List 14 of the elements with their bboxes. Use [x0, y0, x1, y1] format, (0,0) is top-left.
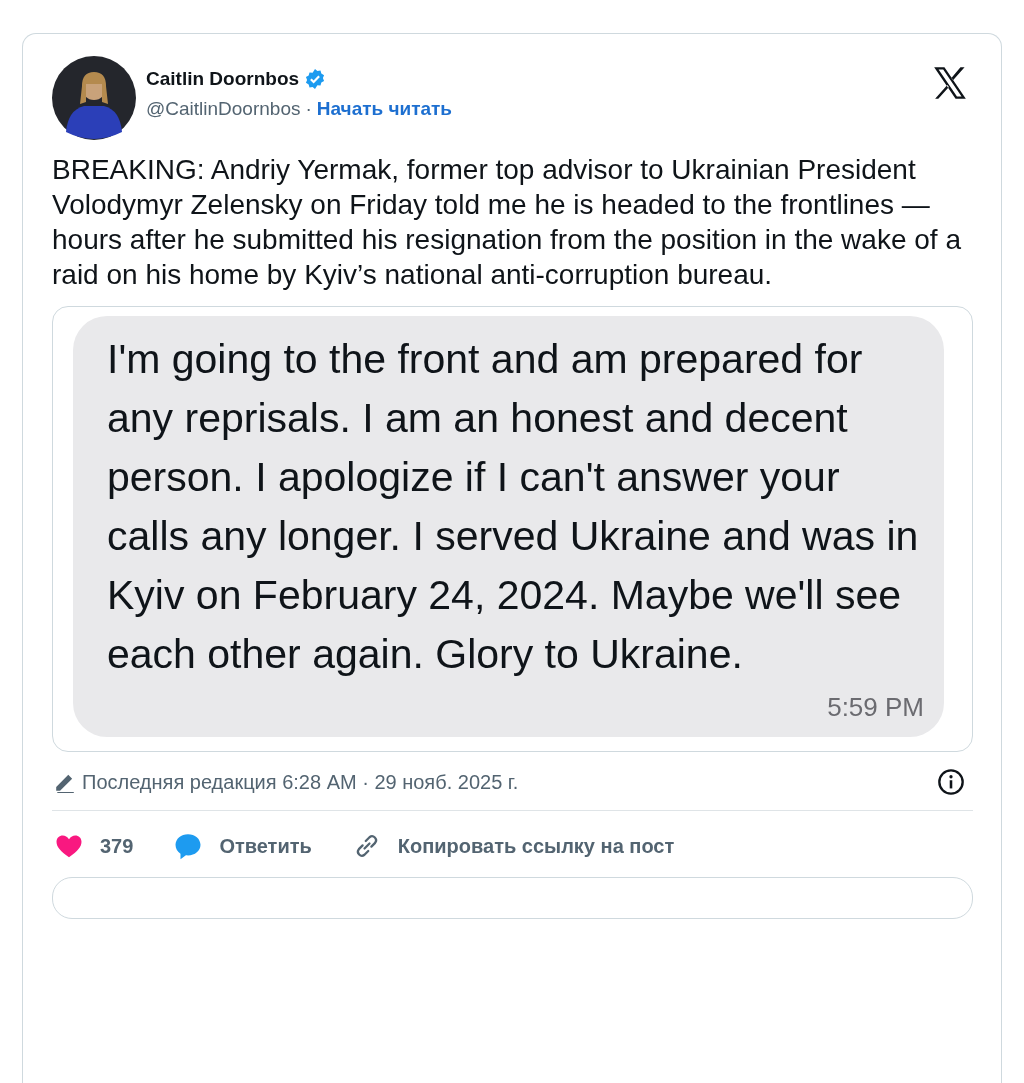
edit-info[interactable]: Последняя редакция 6:28 AM · 29 нояб. 2025 г.	[82, 770, 519, 794]
follow-link[interactable]: Начать читать	[316, 98, 453, 120]
like-button[interactable]: 379	[54, 831, 134, 861]
x-logo[interactable]	[931, 64, 969, 102]
post-text: BREAKING: Andriy Yermak, former top advisor to Ukrainian President Volodymyr Zelensky on Friday told me he is headed to the frontlines — hours after he submitted his resignation from the position in the wake of a raid on his home by Kyiv’s national anti-corruption bureau.	[52, 153, 962, 292]
author-handle[interactable]: @CaitlinDoornbos	[146, 98, 301, 120]
avatar[interactable]	[52, 56, 136, 140]
reply-button[interactable]: Ответить	[173, 831, 312, 861]
message-text: I'm going to the front and am prepared for any reprisals. I am an honest and decent person. I apologize if I can't answer your calls any longer. I served Ukraine and was in Kyiv on February 24, 2024. Maybe we'll see each other again. Glory to Ukraine.	[107, 335, 920, 679]
info-icon[interactable]	[937, 768, 965, 796]
link-button[interactable]: Копировать ссылку на пост	[351, 831, 675, 861]
separator: ·	[305, 98, 312, 120]
message-time: 5:59 PM	[826, 692, 924, 723]
author-name[interactable]: Caitlin Doornbos	[146, 68, 300, 90]
